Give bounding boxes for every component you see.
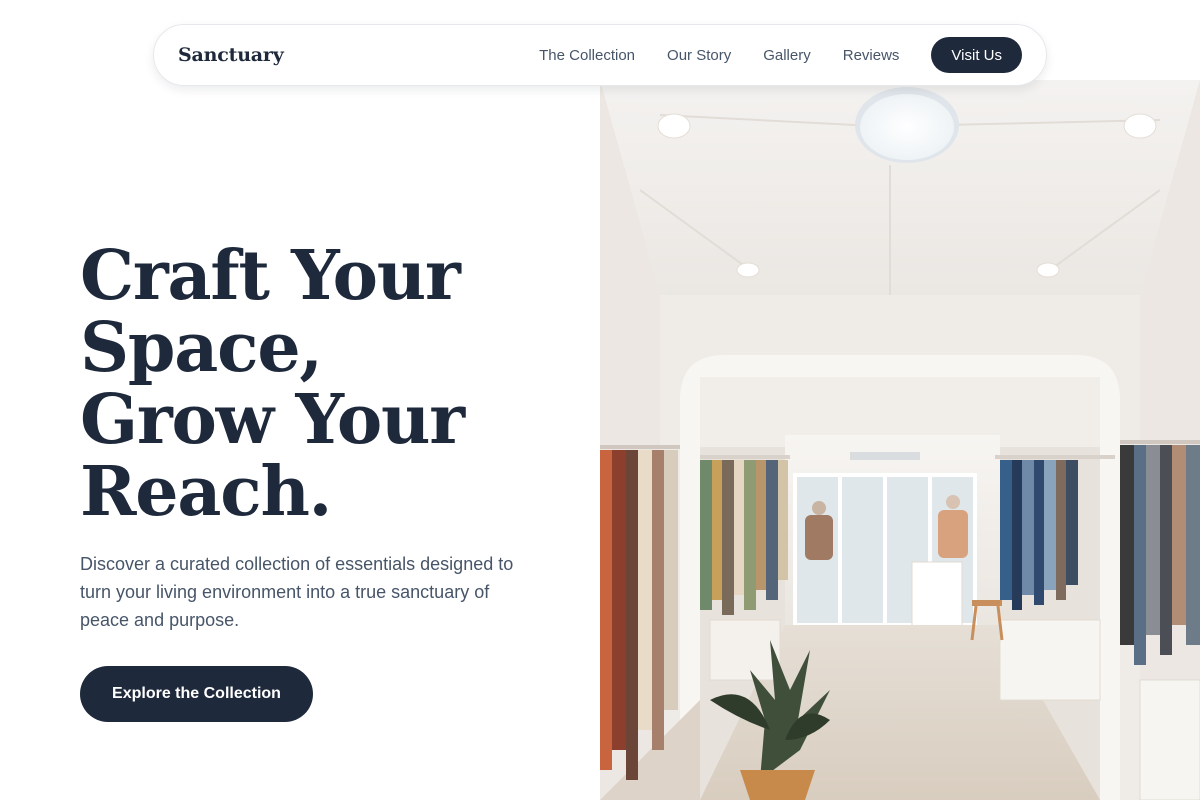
hero-store-image bbox=[600, 80, 1200, 800]
hero-title-line: Craft Your bbox=[80, 236, 461, 316]
nav-link-our-story[interactable]: Our Story bbox=[667, 47, 731, 64]
nav-links: The Collection Our Story Gallery Reviews… bbox=[539, 37, 1022, 73]
brand-logo[interactable]: Sanctuary bbox=[178, 44, 284, 66]
nav-link-gallery[interactable]: Gallery bbox=[763, 47, 811, 64]
hero-title: Craft Your Space, Grow Your Reach. bbox=[80, 240, 580, 528]
hero-title-line: Space, bbox=[80, 308, 323, 388]
hero-title-line: Reach. bbox=[80, 452, 332, 532]
top-navigation: Sanctuary The Collection Our Story Galle… bbox=[153, 24, 1047, 86]
explore-collection-button[interactable]: Explore the Collection bbox=[80, 666, 313, 722]
nav-link-reviews[interactable]: Reviews bbox=[843, 47, 900, 64]
nav-link-the-collection[interactable]: The Collection bbox=[539, 47, 635, 64]
visit-us-button[interactable]: Visit Us bbox=[931, 37, 1022, 73]
hero-title-line: Grow Your bbox=[80, 380, 465, 460]
hero-subtitle: Discover a curated collection of essenti… bbox=[80, 554, 514, 630]
